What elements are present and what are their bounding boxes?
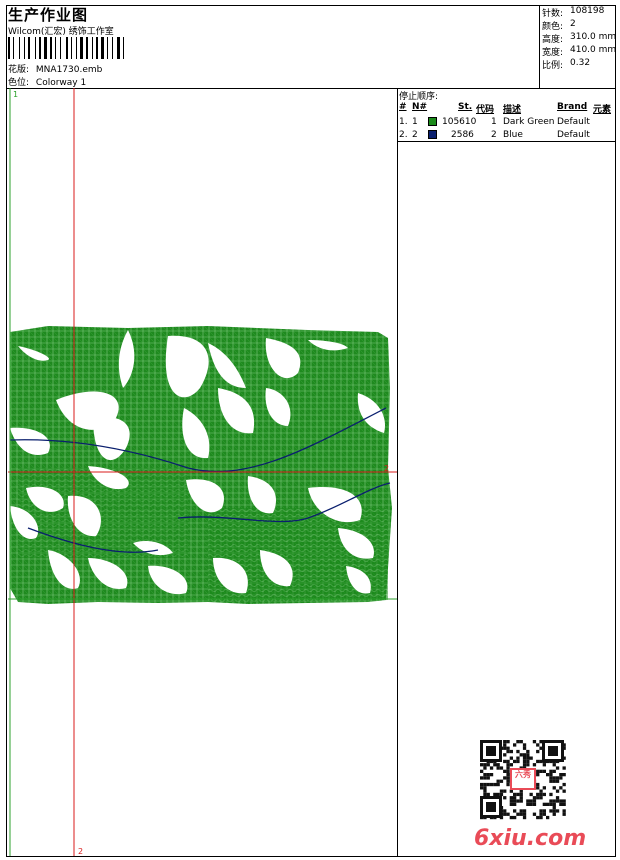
spec-divider <box>539 5 540 88</box>
row1-needle: 1 <box>412 117 418 127</box>
row1-stitches: 105610 <box>442 117 477 127</box>
col-header-element: 元素 <box>593 105 612 115</box>
design-file-value: MNA1730.emb <box>35 65 103 75</box>
table-divider <box>397 141 616 142</box>
row1-brand: Default <box>557 117 590 127</box>
colorway-value: Colorway 1 <box>35 78 87 88</box>
row2-needle: 2 <box>412 130 418 140</box>
col-header-brand: Brand <box>557 102 588 112</box>
col-header-description: 描述 <box>503 105 522 115</box>
seal-stamp: 六秀 <box>510 768 536 790</box>
row1-description: Dark Green <box>503 117 555 127</box>
panel-divider <box>397 88 398 857</box>
spec-height: 高度: 310.0 mm <box>542 32 617 45</box>
col-header-code: 代码 <box>476 105 495 115</box>
company-name: Wilcom(汇宏) 绣饰工作室 <box>8 27 114 37</box>
row2-index: 2. <box>399 130 408 140</box>
spec-colors: 颜色: 2 <box>542 19 576 32</box>
row1-color-swatch <box>428 117 437 126</box>
marker-right: 2 <box>384 464 389 473</box>
marker-top-left: 1 <box>13 90 18 99</box>
colorway-row: 色位: Colorway 1 <box>8 75 86 88</box>
row2-stitches: 2586 <box>451 130 474 140</box>
row2-color-swatch <box>428 130 437 139</box>
page-title: 生产作业图 <box>8 6 89 24</box>
col-header-index: # <box>399 102 407 112</box>
row1-code: 1 <box>491 117 497 127</box>
design-file-row: 花版: MNA1730.emb <box>8 62 102 75</box>
colorway-label: 色位: <box>8 78 30 88</box>
stop-sequence-title: 停止顺序: <box>399 92 439 102</box>
row2-code: 2 <box>491 130 497 140</box>
spec-scale: 比例: 0.32 <box>542 58 591 71</box>
row2-brand: Default <box>557 130 590 140</box>
design-file-label: 花版: <box>8 65 30 75</box>
row2-description: Blue <box>503 130 523 140</box>
spec-width: 宽度: 410.0 mm <box>542 45 617 58</box>
embroidery-preview: 1 2 2 <box>8 88 397 856</box>
row1-index: 1. <box>399 117 408 127</box>
barcode <box>8 37 140 59</box>
spec-stitches: 针数: 108198 <box>542 6 605 19</box>
site-watermark: 6xiu.com <box>474 826 587 851</box>
col-header-needle: N# <box>412 102 428 112</box>
col-header-stitches: St. <box>458 102 473 112</box>
marker-bottom: 2 <box>78 847 83 856</box>
